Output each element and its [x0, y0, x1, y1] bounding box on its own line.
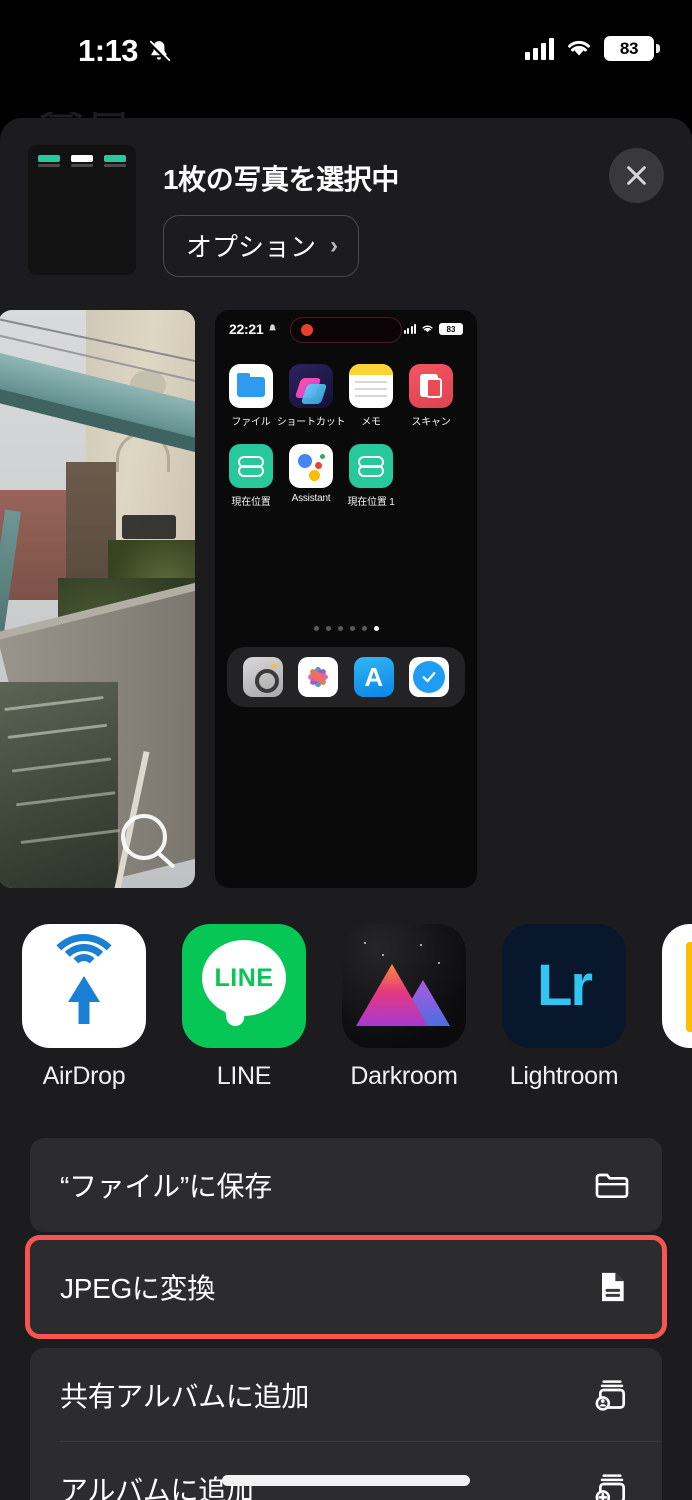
home-screen-grid: ファイル ショートカット メモ スキャン 現在位置 Assistant 現在位置… — [215, 348, 477, 508]
lightroom-app-icon: Lr — [502, 924, 626, 1048]
add-to-album-icon — [590, 1467, 634, 1500]
home-app-label: 現在位置 — [231, 497, 271, 508]
share-app-row[interactable]: AirDrop LINE LINE Darkroom Lr Lightroom — [0, 924, 692, 1110]
screenshot-status-bar: 22:21 83 — [215, 310, 477, 348]
share-target-label: LINE — [216, 1062, 272, 1090]
home-app-files[interactable]: ファイル — [229, 364, 273, 428]
document-icon — [590, 1265, 634, 1309]
darkroom-app-icon — [342, 924, 466, 1048]
home-app-location-1[interactable]: 現在位置 1 — [347, 444, 395, 508]
home-app-label: スキャン — [411, 417, 451, 428]
action-group-convert: JPEGに変換 — [25, 1235, 667, 1339]
page-dots — [215, 626, 477, 631]
share-target-label: Lightroom — [509, 1062, 619, 1090]
camera-app-icon[interactable] — [242, 657, 283, 697]
close-icon — [627, 166, 646, 185]
battery-indicator: 83 — [604, 36, 660, 61]
recording-indicator-icon — [301, 324, 313, 336]
home-app-label: メモ — [361, 417, 381, 428]
dynamic-island — [290, 317, 402, 343]
home-screen-row-2: 現在位置 Assistant 現在位置 1 — [229, 444, 463, 508]
action-group-save: “ファイル”に保存 — [30, 1138, 662, 1232]
google-app-icon — [662, 924, 692, 1048]
shortcut-location-icon — [349, 444, 393, 488]
shortcut-location-icon — [229, 444, 273, 488]
selected-photo-thumbnail[interactable] — [28, 145, 136, 275]
chevron-right-icon: › — [330, 231, 339, 259]
share-target-darkroom[interactable]: Darkroom — [342, 924, 466, 1110]
share-target-lightroom[interactable]: Lr Lightroom — [502, 924, 626, 1110]
app-store-icon[interactable] — [353, 657, 394, 697]
visual-lookup-icon[interactable] — [121, 814, 167, 860]
status-bar: 1:13 83 — [0, 0, 692, 112]
home-app-shortcuts[interactable]: ショートカット — [277, 364, 346, 428]
screenshot-time: 22:21 — [229, 321, 264, 337]
line-app-icon: LINE — [182, 924, 306, 1048]
preview-photo-canal[interactable] — [0, 310, 195, 888]
preview-strip[interactable]: 22:21 83 ファイル ショートカット メモ スキャン 現在位置 Assis… — [0, 310, 692, 896]
action-list: “ファイル”に保存 JPEGに変換 共有アルバムに追加 アルバムに追加 — [25, 1138, 667, 1500]
photos-app-icon[interactable] — [298, 657, 339, 697]
status-bar-indicators: 83 — [525, 36, 660, 61]
home-app-location[interactable]: 現在位置 — [229, 444, 273, 508]
share-sheet: 1枚の写真を選択中 オプション › 22:21 83 ファイル ショートカット … — [0, 118, 692, 1500]
share-sheet-header: 1枚の写真を選択中 オプション › — [0, 118, 692, 292]
home-app-notes[interactable]: メモ — [349, 364, 393, 428]
wifi-icon — [422, 325, 433, 333]
scanner-app-icon — [409, 364, 453, 408]
wifi-icon — [568, 40, 590, 56]
bell-slash-icon — [269, 324, 277, 331]
home-screen-dock — [227, 647, 465, 707]
home-screen-row-1: ファイル ショートカット メモ スキャン — [229, 364, 463, 428]
share-target-label: Darkroom — [350, 1062, 458, 1090]
bell-slash-icon — [148, 40, 171, 63]
home-app-label: Assistant — [291, 493, 331, 504]
status-bar-time: 1:13 — [78, 33, 139, 68]
close-button[interactable] — [609, 148, 664, 203]
action-convert-to-jpeg[interactable]: JPEGに変換 — [30, 1240, 662, 1334]
shortcuts-app-icon — [289, 364, 333, 408]
files-app-icon — [229, 364, 273, 408]
home-app-label: ショートカット — [276, 417, 346, 428]
battery-percent: 83 — [619, 38, 639, 58]
home-indicator — [222, 1475, 470, 1486]
action-add-to-album[interactable]: アルバムに追加 — [30, 1442, 662, 1500]
share-target-airdrop[interactable]: AirDrop — [22, 924, 146, 1110]
home-app-assistant[interactable]: Assistant — [289, 444, 333, 508]
options-button-label: オプション — [186, 232, 317, 262]
home-app-scan[interactable]: スキャン — [409, 364, 453, 428]
home-app-label: 現在位置 1 — [347, 497, 395, 508]
share-target-google[interactable]: Goo — [662, 924, 692, 1110]
airdrop-icon — [22, 924, 146, 1048]
line-wordmark: LINE — [214, 964, 274, 992]
action-label: 共有アルバムに追加 — [60, 1381, 310, 1412]
lightroom-wordmark: Lr — [537, 953, 593, 1018]
share-target-label: AirDrop — [42, 1062, 126, 1090]
battery-indicator: 83 — [439, 323, 463, 335]
google-assistant-icon — [289, 444, 333, 488]
action-label: “ファイル”に保存 — [60, 1171, 272, 1202]
shared-album-icon — [590, 1373, 634, 1417]
action-add-to-shared-album[interactable]: 共有アルバムに追加 — [30, 1348, 662, 1442]
notes-app-icon — [349, 364, 393, 408]
action-label: JPEGに変換 — [60, 1273, 216, 1304]
page-title: 1枚の写真を選択中 — [163, 164, 399, 195]
cellular-signal-icon — [403, 324, 416, 334]
battery-percent: 83 — [446, 324, 456, 334]
folder-icon — [590, 1163, 634, 1207]
action-save-to-files[interactable]: “ファイル”に保存 — [30, 1138, 662, 1232]
home-app-label: ファイル — [231, 417, 271, 428]
preview-screenshot[interactable]: 22:21 83 ファイル ショートカット メモ スキャン 現在位置 Assis… — [215, 310, 477, 888]
options-button[interactable]: オプション › — [163, 215, 360, 277]
todo-check-app-icon[interactable] — [409, 657, 450, 697]
share-target-line[interactable]: LINE LINE — [182, 924, 306, 1110]
cellular-signal-icon — [525, 37, 554, 60]
